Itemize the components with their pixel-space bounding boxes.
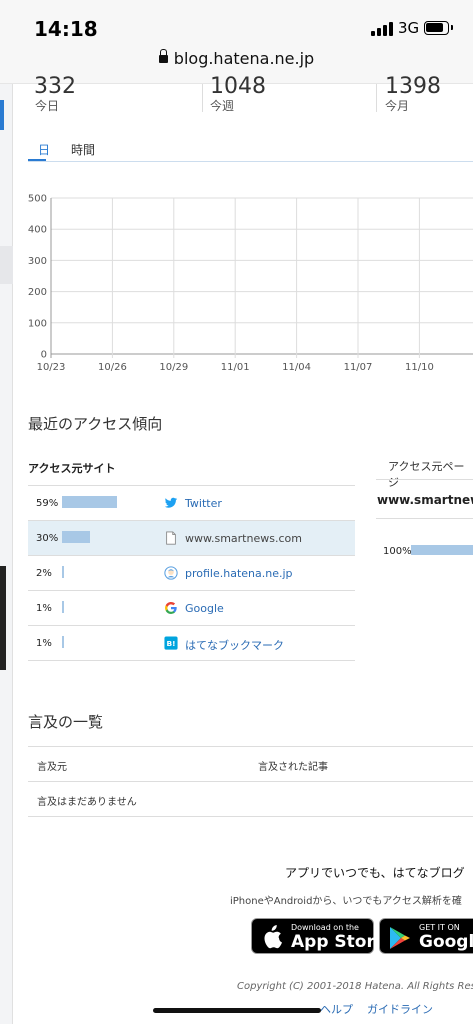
today-count: 332 <box>34 74 76 99</box>
sidebar-active-marker[interactable] <box>0 100 4 130</box>
source-percent: 1% <box>36 638 52 649</box>
google-icon <box>165 602 177 614</box>
mentions-header-divider <box>28 781 473 782</box>
x-tick-label: 10/26 <box>98 362 127 373</box>
network-type: 3G <box>398 19 420 37</box>
source-name[interactable]: Twitter <box>185 497 222 510</box>
source-percent-bar <box>62 636 64 648</box>
source-percent-bar <box>62 566 64 578</box>
mentions-top-divider <box>28 746 473 747</box>
app-store-button[interactable]: Download on the App Store <box>251 918 386 954</box>
y-tick-label: 100 <box>28 318 47 329</box>
month-count: 1398 <box>385 74 441 99</box>
table-row[interactable]: 1% B! はてなブックマーク <box>28 626 355 661</box>
mentions-heading: 言及の一覧 <box>28 713 104 731</box>
hatena-profile-icon <box>164 566 178 580</box>
today-label: 今日 <box>35 99 60 113</box>
access-heading: 最近のアクセス傾向 <box>28 415 163 433</box>
apple-icon <box>264 925 282 949</box>
pages-header-divider <box>376 479 473 480</box>
week-count: 1048 <box>210 74 266 99</box>
source-percent: 59% <box>36 498 59 509</box>
source-name: www.smartnews.com <box>185 532 302 545</box>
sidebar-scroll-thumb[interactable] <box>0 566 6 670</box>
week-label: 今週 <box>210 99 235 113</box>
page-url[interactable]: www.smartnews <box>377 493 473 507</box>
mentioned-article-header: 言及された記事 <box>258 762 328 773</box>
app-store-small-text: Download on the <box>291 923 359 932</box>
source-name[interactable]: Google <box>185 602 224 615</box>
signal-icon <box>371 22 393 36</box>
url-text: blog.hatena.ne.jp <box>173 49 315 68</box>
google-play-small-text: GET IT ON <box>419 923 460 932</box>
source-name[interactable]: profile.hatena.ne.jp <box>185 567 293 580</box>
sidebar-item[interactable] <box>0 246 13 284</box>
address-bar[interactable]: blog.hatena.ne.jp <box>0 49 473 68</box>
x-tick-label: 11/07 <box>344 362 373 373</box>
tab-day[interactable]: 日 <box>38 141 50 158</box>
home-indicator[interactable] <box>153 1008 321 1013</box>
source-percent: 1% <box>36 603 52 614</box>
mentions-bottom-divider <box>28 816 473 817</box>
source-percent-bar <box>62 601 64 613</box>
page-icon <box>166 531 176 545</box>
table-row[interactable]: 2% profile.hatena.ne.jp <box>28 556 355 591</box>
copyright: Copyright (C) 2001-2018 Hatena. All Righ… <box>237 981 473 992</box>
x-tick-label: 10/23 <box>37 362 66 373</box>
y-tick-label: 500 <box>28 194 47 205</box>
battery-icon <box>424 21 453 35</box>
counter-divider <box>202 84 203 112</box>
app-promo-title: アプリでいつでも、はてなブログ <box>285 866 465 880</box>
sidebar-strip <box>0 84 13 1024</box>
hatena-bookmark-icon: B! <box>164 636 178 650</box>
browser-header: 14:18 3G blog.hatena.ne.jp <box>0 0 473 84</box>
month-label: 今月 <box>385 99 410 113</box>
lock-icon <box>158 49 168 63</box>
google-play-text: Google P <box>419 932 473 952</box>
status-time: 14:18 <box>34 17 98 41</box>
source-percent: 30% <box>36 533 59 544</box>
x-tick-label: 11/04 <box>282 362 311 373</box>
help-link[interactable]: ヘルプ <box>320 1001 353 1017</box>
screen: 14:18 3G blog.hatena.ne.jp 332 今日 1048 今… <box>0 0 473 1024</box>
svg-text:B!: B! <box>166 639 175 648</box>
app-store-text: App Store <box>291 932 387 952</box>
source-percent-bar <box>62 531 90 543</box>
counter-divider <box>376 84 377 112</box>
table-row[interactable]: 30% www.smartnews.com <box>28 521 355 556</box>
tab-divider <box>28 161 473 162</box>
table-row[interactable]: 59% Twitter <box>28 486 355 521</box>
sites-column-header: アクセス元サイト <box>28 462 116 475</box>
page-percent: 100% <box>383 546 412 557</box>
google-play-button[interactable]: GET IT ON Google P <box>379 918 473 954</box>
guideline-link[interactable]: ガイドライン <box>367 1001 433 1017</box>
table-row[interactable]: 1% Google <box>28 591 355 626</box>
tab-hour[interactable]: 時間 <box>71 141 95 158</box>
x-tick-label: 10/29 <box>159 362 188 373</box>
y-tick-label: 300 <box>28 256 47 267</box>
app-promo-subtitle: iPhoneやAndroidから、いつでもアクセス解析を確 <box>230 896 462 907</box>
y-tick-label: 400 <box>28 225 47 236</box>
source-percent-bar <box>62 496 117 508</box>
google-play-icon <box>390 927 410 949</box>
access-chart: 500 400 300 200 100 010/23 10/26 10/29 11/01 11/0… <box>28 194 473 373</box>
x-tick-label: 11/10 <box>405 362 434 373</box>
y-tick-label: 0 <box>41 350 47 361</box>
source-name[interactable]: はてなブックマーク <box>185 637 284 653</box>
y-tick-label: 200 <box>28 287 47 298</box>
twitter-icon <box>164 497 178 508</box>
x-tick-label: 11/01 <box>221 362 250 373</box>
page-percent-bar <box>411 545 473 555</box>
row-divider <box>28 660 355 661</box>
pages-row-divider <box>376 518 473 519</box>
pages-column-header: アクセス元ページ <box>388 460 465 489</box>
mentions-empty-message: 言及はまだありません <box>37 797 137 808</box>
source-percent: 2% <box>36 568 52 579</box>
mention-source-header: 言及元 <box>37 762 67 773</box>
